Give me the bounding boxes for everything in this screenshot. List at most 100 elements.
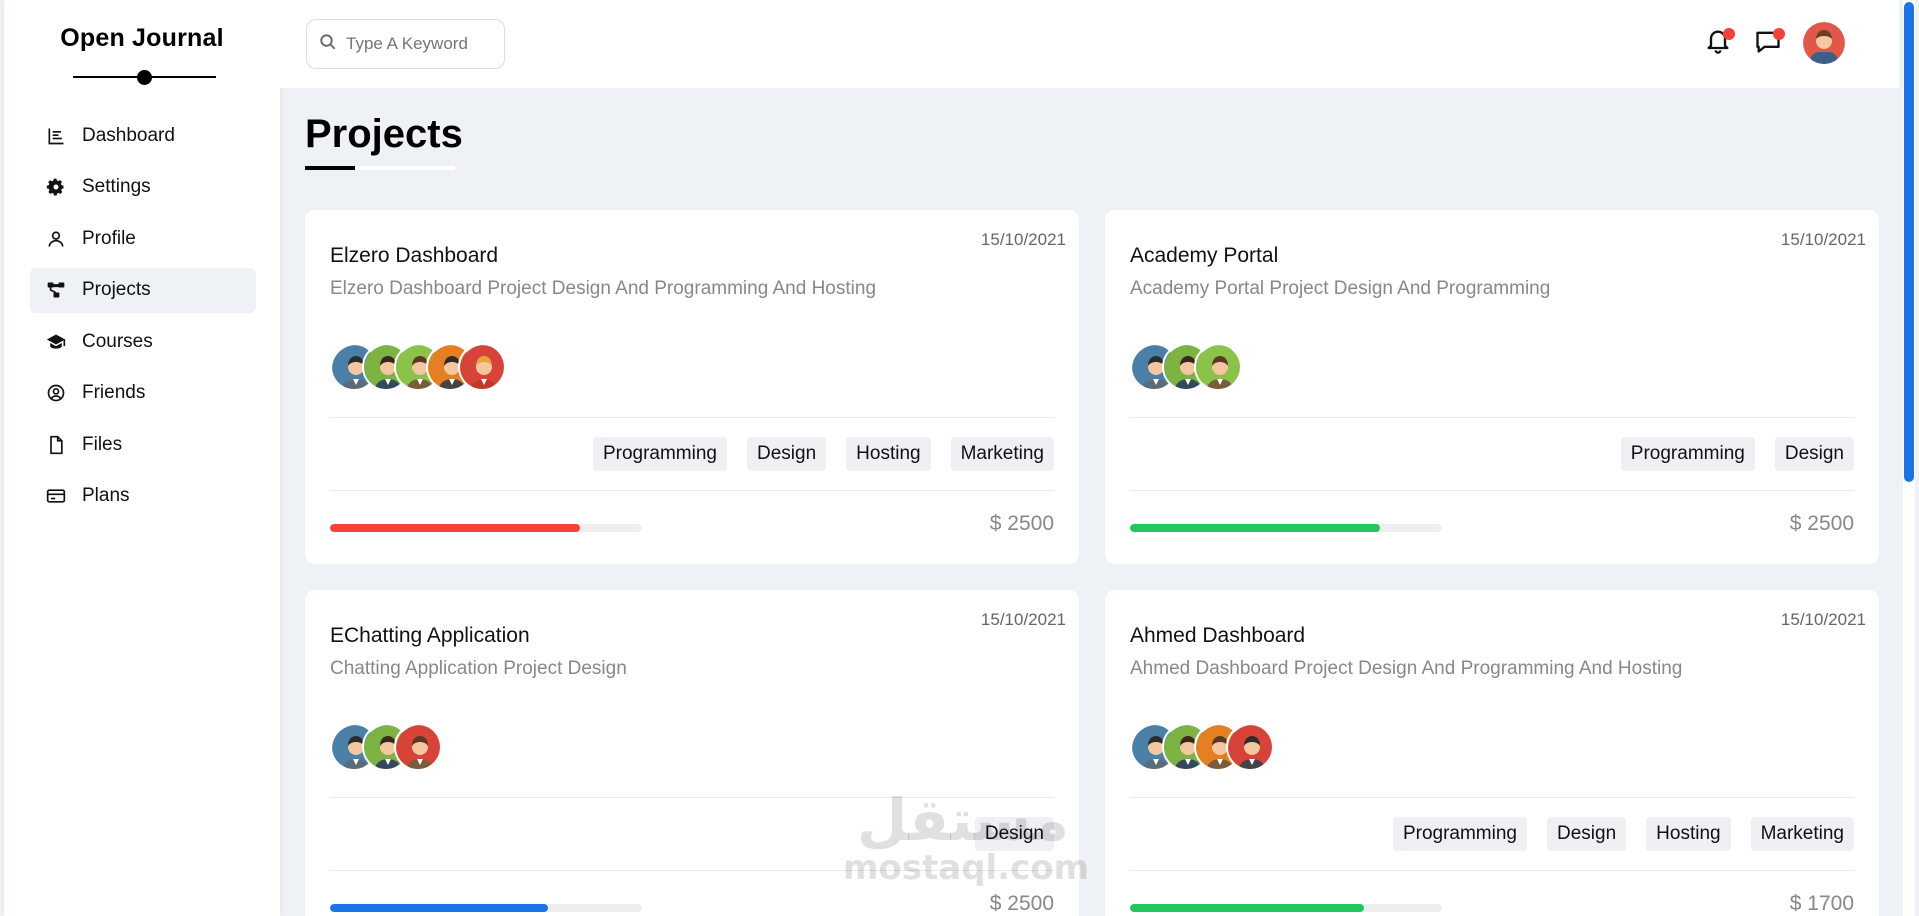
- project-title: Elzero Dashboard: [330, 244, 499, 267]
- project-card: 15/10/2021 Academy Portal Academy Portal P…: [1105, 210, 1879, 564]
- dollar-icon: $: [989, 512, 1008, 535]
- project-date: 15/10/2021: [980, 610, 1066, 629]
- project-title: Academy Portal: [1130, 244, 1279, 267]
- brand-divider-dot: [137, 70, 152, 85]
- brand-name: Open Journal: [60, 24, 224, 52]
- project-tag: Design: [1547, 817, 1627, 851]
- progress-fill: [1130, 904, 1364, 912]
- project-tag: Marketing: [950, 437, 1054, 471]
- sidebar-item-friends[interactable]: Friends: [30, 371, 256, 416]
- dollar-icon: $: [989, 892, 1008, 915]
- user-avatar[interactable]: [1803, 22, 1845, 64]
- project-title: EChatting Application: [330, 624, 530, 647]
- progress-fill: [1130, 524, 1380, 532]
- project-description: Academy Portal Project Design And Progra…: [1130, 278, 1551, 299]
- project-progress-bar: [330, 524, 642, 532]
- team-member-avatar[interactable]: [1194, 343, 1242, 391]
- card-divider: [330, 490, 1054, 491]
- sidebar-item-dashboard[interactable]: Dashboard: [30, 113, 256, 158]
- search-input[interactable]: [346, 34, 496, 54]
- project-price: $ 2500: [990, 512, 1054, 536]
- team-member-avatar[interactable]: [1226, 723, 1274, 771]
- sidebar-item-settings[interactable]: Settings: [30, 165, 256, 210]
- card-divider: [1130, 797, 1854, 798]
- project-title: Ahmed Dashboard: [1130, 624, 1306, 647]
- card-divider: [1130, 870, 1854, 871]
- page-scrollbar[interactable]: [1903, 0, 1915, 916]
- dollar-icon: $: [1789, 892, 1808, 915]
- watermark-arabic: مستقل: [856, 786, 1070, 854]
- sidebar-item-label: Profile: [82, 227, 136, 249]
- page-title: Projects: [305, 112, 463, 156]
- project-description: Chatting Application Project Design: [330, 658, 627, 679]
- sidebar-item-label: Projects: [82, 279, 151, 300]
- project-description: Ahmed Dashboard Project Design And Progr…: [1130, 658, 1683, 679]
- project-tag: Design: [1774, 437, 1854, 471]
- search-box[interactable]: [306, 19, 505, 69]
- messages-button[interactable]: [1751, 26, 1785, 60]
- sidebar-item-label: Dashboard: [82, 124, 175, 146]
- sidebar-item-plans[interactable]: Plans: [30, 474, 256, 519]
- project-tags: Programming Design Hosting Marketing: [1373, 817, 1854, 851]
- team-member-avatar[interactable]: [394, 723, 442, 771]
- sidebar-item-files[interactable]: Files: [30, 422, 256, 467]
- project-progress-bar: [1130, 524, 1442, 532]
- project-team-avatars: [1130, 723, 1274, 773]
- progress-fill: [330, 524, 580, 532]
- title-underline-accent: [305, 166, 355, 170]
- project-tag: Design: [747, 437, 827, 471]
- progress-fill: [330, 904, 549, 912]
- message-badge: [1773, 28, 1785, 40]
- project-tag: Programming: [1392, 817, 1527, 851]
- price-value: 1700: [1807, 892, 1854, 915]
- notifications-button[interactable]: [1701, 26, 1735, 60]
- file-icon: [46, 435, 66, 455]
- search-icon: [319, 33, 346, 56]
- graduation-cap-icon: [46, 332, 66, 352]
- team-member-avatar[interactable]: [458, 343, 506, 391]
- project-price: $ 1700: [1790, 892, 1854, 916]
- project-card: 15/10/2021 Ahmed Dashboard Ahmed Dashboard…: [1105, 590, 1879, 916]
- project-tags: Programming Design Hosting Marketing: [573, 437, 1054, 471]
- project-price: $ 2500: [1790, 512, 1854, 536]
- price-value: 2500: [1007, 892, 1054, 915]
- chart-bar-icon: [46, 126, 66, 146]
- notification-badge: [1723, 28, 1735, 40]
- card-divider: [330, 417, 1054, 418]
- project-team-avatars: [330, 723, 442, 773]
- price-value: 2500: [1007, 512, 1054, 535]
- scrollbar-thumb[interactable]: [1904, 2, 1914, 482]
- project-tag: Hosting: [846, 437, 931, 471]
- card-divider: [1130, 490, 1854, 491]
- project-tags: Programming Design: [1601, 437, 1854, 471]
- sidebar-item-label: Files: [82, 433, 123, 455]
- project-tag: Programming: [592, 437, 727, 471]
- sidebar-item-courses[interactable]: Courses: [30, 319, 256, 364]
- watermark: مستقل mostaql.com: [843, 786, 1090, 888]
- project-progress-bar: [1130, 904, 1442, 912]
- sidebar-item-projects[interactable]: Projects: [30, 267, 256, 313]
- project-date: 15/10/2021: [1780, 610, 1866, 629]
- project-price: $ 2500: [990, 892, 1054, 916]
- sidebar-item-label: Settings: [82, 176, 151, 197]
- user-circle-icon: [46, 383, 66, 403]
- price-value: 2500: [1807, 512, 1854, 535]
- sidebar: Open Journal Dashboard Settings Profile Pro…: [4, 0, 280, 916]
- project-tag: Hosting: [1646, 817, 1731, 851]
- project-tag: Programming: [1620, 437, 1755, 471]
- sidebar-item-label: Courses: [82, 330, 153, 352]
- sidebar-item-label: Plans: [82, 485, 130, 506]
- diagram-icon: [46, 280, 66, 300]
- project-tag: Marketing: [1750, 817, 1854, 851]
- project-team-avatars: [330, 343, 506, 393]
- card-divider: [1130, 417, 1854, 418]
- user-icon: [46, 229, 66, 249]
- project-date: 15/10/2021: [1780, 230, 1866, 249]
- header-actions: [1685, 22, 1845, 64]
- project-team-avatars: [1130, 343, 1242, 393]
- sidebar-item-profile[interactable]: Profile: [30, 216, 256, 261]
- watermark-latin: mostaql.com: [843, 848, 1090, 888]
- sidebar-item-label: Friends: [82, 382, 146, 403]
- project-description: Elzero Dashboard Project Design And Prog…: [330, 278, 877, 299]
- sidebar-nav: Dashboard Settings Profile Projects Courses F…: [30, 113, 256, 525]
